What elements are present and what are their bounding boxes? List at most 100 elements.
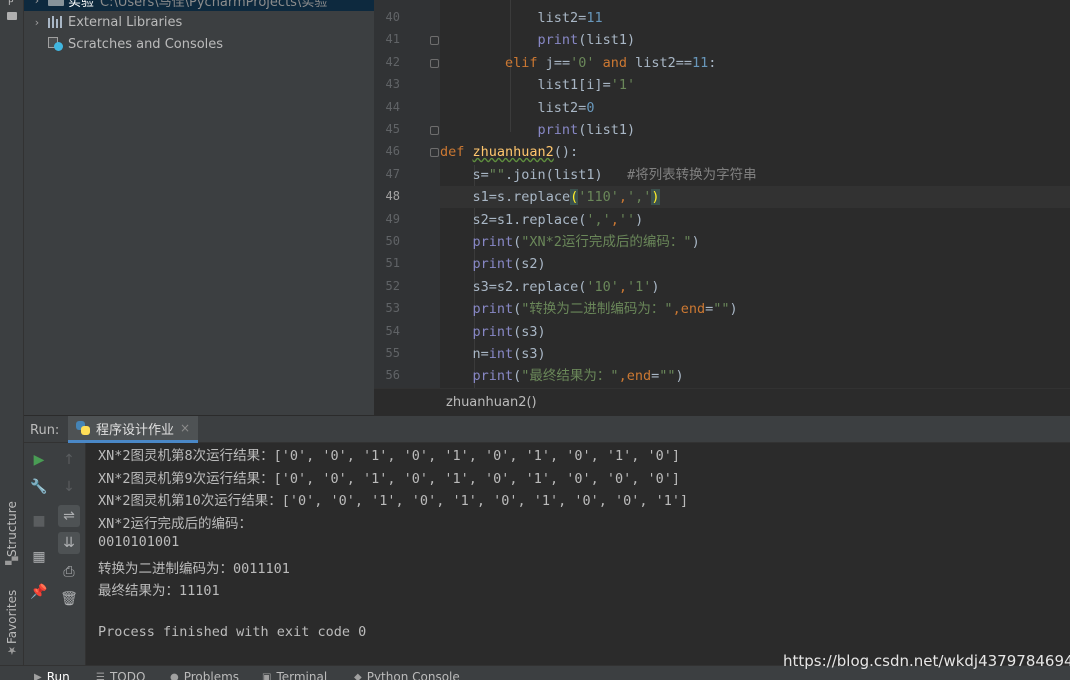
tree-item-path: C:\Users\马佳\PycharmProjects\实验 bbox=[100, 0, 328, 10]
fold-marker-icon[interactable] bbox=[430, 148, 439, 158]
code-line[interactable]: def zhuanhuan2(): bbox=[440, 141, 1070, 163]
code-editor[interactable]: 40 41 42 43 44 45 46 47 48 49 50 51 52 53 54 55 56 list2… bbox=[374, 0, 1070, 388]
bottom-tab-run[interactable]: ▶ Run bbox=[34, 670, 70, 680]
tree-item-project-root[interactable]: › 实验 C:\Users\马佳\PycharmProjects\实验 bbox=[24, 0, 374, 11]
up-arrow-icon[interactable]: ↑ bbox=[58, 449, 80, 471]
print-icon[interactable]: ⎙ bbox=[58, 561, 80, 583]
code-token: print bbox=[537, 122, 579, 138]
code-token: list2 bbox=[635, 54, 676, 71]
bottom-tab-problems[interactable]: ● Problems bbox=[170, 670, 239, 680]
bottom-tab-label: Python Console bbox=[366, 670, 460, 680]
code-token: ) bbox=[651, 278, 660, 295]
code-line[interactable]: n=int(s3) bbox=[440, 343, 1070, 365]
line-number[interactable]: 46 bbox=[374, 144, 400, 158]
fold-marker-icon[interactable] bbox=[430, 36, 439, 46]
code-token: #将列表转换为字符串 bbox=[626, 166, 757, 183]
line-number[interactable]: 49 bbox=[374, 212, 400, 226]
line-number[interactable]: 54 bbox=[374, 324, 400, 338]
code-line[interactable]: print(s3) bbox=[440, 321, 1070, 343]
code-line[interactable]: s2=s1.replace(',','') bbox=[440, 209, 1070, 231]
rerun-button[interactable]: ▶ bbox=[28, 449, 50, 471]
run-console[interactable]: XN*2图灵机第8次运行结果：['0', '0', '1', '0', '1',… bbox=[86, 443, 1070, 665]
code-token: (list1) bbox=[578, 32, 636, 49]
code-token: '110' bbox=[578, 189, 619, 206]
tree-item-external-libraries[interactable]: › External Libraries bbox=[24, 11, 374, 33]
code-line[interactable]: print("XN*2运行完成后的编码：") bbox=[440, 231, 1070, 253]
code-line[interactable]: print(list1) bbox=[440, 29, 1070, 51]
code-line[interactable]: print(s2) bbox=[440, 253, 1070, 275]
code-token: '1' bbox=[610, 77, 636, 94]
chevron-right-icon[interactable]: › bbox=[30, 0, 44, 7]
code-line[interactable]: elif j=='0' and list2==11: bbox=[440, 52, 1070, 74]
code-token: = bbox=[488, 278, 497, 295]
code-line[interactable]: list2=0 bbox=[440, 97, 1070, 119]
line-number[interactable]: 50 bbox=[374, 234, 400, 248]
structure-icon: ▚ bbox=[5, 556, 19, 565]
structure-tool-tab[interactable]: ▚ Structure bbox=[0, 490, 24, 570]
bottom-tab-terminal[interactable]: ▣ Terminal bbox=[262, 670, 327, 680]
bottom-tab-label: Terminal bbox=[276, 670, 328, 680]
run-config-tab[interactable]: 程序设计作业 × bbox=[68, 416, 199, 443]
editor-gutter[interactable]: 40 41 42 43 44 45 46 47 48 49 50 51 52 53 54 55 56 bbox=[374, 0, 440, 388]
line-number[interactable]: 48 bbox=[374, 189, 400, 203]
console-line: 0010101001 bbox=[98, 534, 180, 550]
line-number[interactable]: 42 bbox=[374, 55, 400, 69]
wrench-icon[interactable]: 🔧 bbox=[28, 476, 50, 498]
line-number[interactable]: 52 bbox=[374, 279, 400, 293]
pin-icon[interactable]: 📌 bbox=[28, 581, 50, 603]
breadcrumb[interactable]: zhuanhuan2() bbox=[446, 395, 537, 410]
code-line[interactable]: list1[i]='1' bbox=[440, 74, 1070, 96]
code-token: '0' bbox=[570, 54, 595, 71]
stop-button[interactable]: ■ bbox=[28, 510, 50, 532]
code-token: "XN*2运行完成后的编码：" bbox=[521, 234, 692, 250]
console-line: Process finished with exit code 0 bbox=[98, 624, 367, 640]
console-line: XN*2图灵机第8次运行结果：['0', '0', '1', '0', '1',… bbox=[98, 448, 681, 464]
soft-wrap-icon[interactable]: ⇌ bbox=[58, 505, 80, 527]
bottom-tab-label: Problems bbox=[183, 670, 240, 680]
line-number[interactable]: 51 bbox=[374, 256, 400, 270]
code-token: s3 bbox=[440, 278, 489, 295]
down-arrow-icon[interactable]: ↓ bbox=[58, 476, 80, 498]
terminal-icon: ▣ bbox=[262, 671, 272, 680]
tree-item-scratches[interactable]: Scratches and Consoles bbox=[24, 33, 374, 55]
code-token: ( bbox=[570, 189, 579, 206]
line-number[interactable]: 44 bbox=[374, 100, 400, 114]
code-line[interactable]: s1=s.replace('110',',') bbox=[440, 186, 1070, 209]
trash-icon[interactable]: 🗑 bbox=[58, 588, 80, 610]
line-number[interactable]: 45 bbox=[374, 122, 400, 136]
line-number[interactable]: 43 bbox=[374, 77, 400, 91]
code-line[interactable]: print("转换为二进制编码为：",end="") bbox=[440, 298, 1070, 320]
line-number[interactable]: 41 bbox=[374, 32, 400, 46]
close-icon[interactable]: × bbox=[180, 421, 190, 435]
code-token: "转换为二进制编码为：" bbox=[521, 301, 673, 318]
code-token: end bbox=[626, 368, 652, 385]
code-line[interactable]: print("最终结果为：",end="") bbox=[440, 365, 1070, 387]
layout-icon[interactable]: ▦ bbox=[28, 546, 50, 568]
code-token: = bbox=[488, 189, 497, 206]
bottom-tab-todo[interactable]: ☰ TODO bbox=[96, 670, 145, 680]
code-token: (s3) bbox=[513, 346, 546, 362]
favorites-tool-tab[interactable]: ★ Favorites bbox=[0, 582, 24, 662]
code-token: (s2) bbox=[513, 256, 546, 273]
project-tool-button[interactable]: P bbox=[3, 0, 21, 36]
line-number[interactable]: 47 bbox=[374, 167, 400, 181]
fold-marker-icon[interactable] bbox=[430, 58, 439, 68]
scroll-to-end-icon[interactable]: ⇊ bbox=[58, 532, 80, 554]
code-line[interactable]: s3=s2.replace('10','1') bbox=[440, 276, 1070, 298]
bottom-tab-python-console[interactable]: ◆ Python Console bbox=[354, 670, 460, 680]
line-number[interactable]: 55 bbox=[374, 346, 400, 360]
code-token: .join(list1) bbox=[505, 166, 627, 183]
code-line[interactable]: print(list1) bbox=[440, 119, 1070, 141]
bottom-tab-label: Run bbox=[46, 670, 70, 680]
fold-marker-icon[interactable] bbox=[430, 126, 439, 135]
console-line: XN*2图灵机第9次运行结果：['0', '0', '1', '0', '1',… bbox=[98, 471, 681, 487]
code-token: ',' bbox=[627, 189, 652, 206]
python-icon bbox=[76, 421, 90, 435]
chevron-right-icon[interactable]: › bbox=[30, 16, 44, 29]
line-number[interactable]: 40 bbox=[374, 10, 400, 24]
line-number[interactable]: 56 bbox=[374, 368, 400, 382]
code-line[interactable]: s="".join(list1) #将列表转换为字符串 bbox=[440, 164, 1070, 186]
code-line[interactable]: list2=11 bbox=[440, 7, 1070, 29]
line-number[interactable]: 53 bbox=[374, 301, 400, 315]
